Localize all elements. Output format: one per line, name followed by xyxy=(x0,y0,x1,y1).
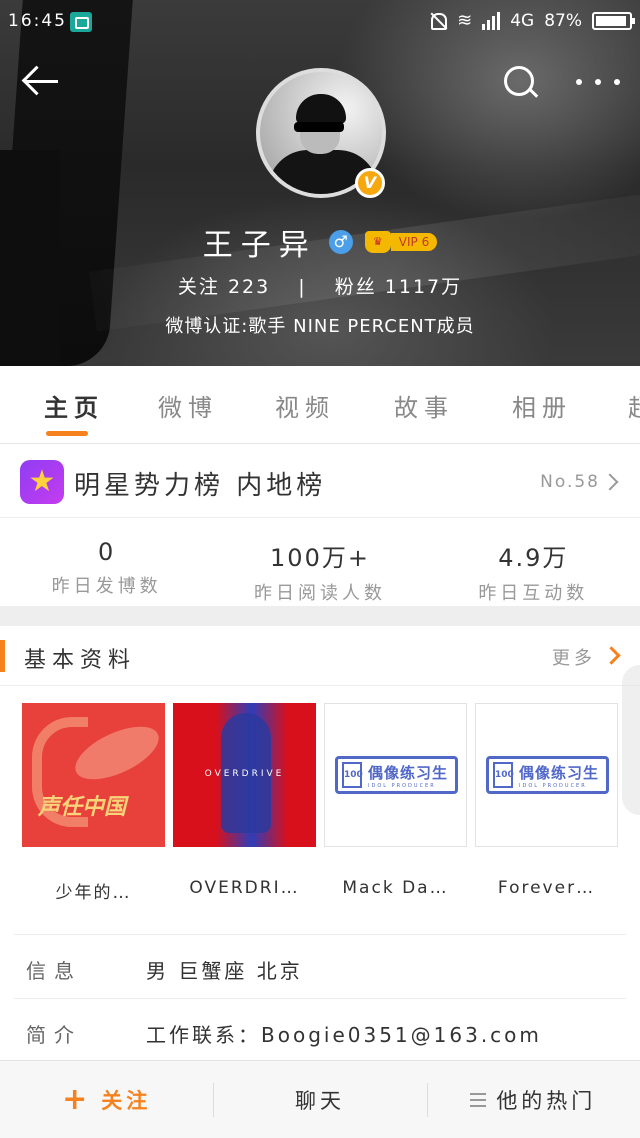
status-bar: 16:45 ≋ 4G 87% xyxy=(0,0,640,44)
mute-bell-icon xyxy=(429,12,448,30)
stat-interactions: 4.9万 昨日互动数 xyxy=(427,518,640,606)
idol-producer-logo: 100 偶像练习生 IDOL PRODUCER xyxy=(335,756,458,794)
chat-button[interactable]: 聊天 xyxy=(213,1061,426,1138)
more-link[interactable]: 更多 xyxy=(552,644,596,670)
follow-label: 关注 xyxy=(101,1088,152,1113)
logo-box-text: 100 xyxy=(493,762,514,788)
logo-subtext: IDOL PRODUCER xyxy=(519,783,587,789)
bio-value: 工作联系：Boogie0351@163.com xyxy=(146,1023,542,1047)
stat-label: 昨日阅读人数 xyxy=(253,583,386,604)
album-title[interactable]: 少年的… xyxy=(22,878,165,903)
tab-super[interactable]: 超 xyxy=(628,388,640,423)
album-list: 声任中国 OVERDRIVE 100 偶像练习生 IDOL PRODUCER 1… xyxy=(22,703,622,847)
verified-v-icon: V xyxy=(355,168,385,198)
tab-home[interactable]: 主页 xyxy=(44,388,104,423)
menu-icon xyxy=(470,1092,487,1107)
album-cover[interactable]: 100 偶像练习生 IDOL PRODUCER xyxy=(475,703,618,847)
following-link[interactable]: 关注 223 xyxy=(178,276,270,298)
tab-video[interactable]: 视频 xyxy=(275,388,335,423)
logo-text: 偶像练习生 xyxy=(368,764,449,782)
male-gender-icon: ♂ xyxy=(328,230,353,254)
idol-producer-logo: 100 偶像练习生 IDOL PRODUCER xyxy=(486,756,609,794)
battery-icon xyxy=(592,11,635,30)
follow-button[interactable]: + 关注 xyxy=(0,1061,213,1138)
network-type: 4G xyxy=(510,10,535,31)
logo-box-text: 100 xyxy=(342,762,363,788)
hot-posts-button[interactable]: 他的热门 xyxy=(426,1061,640,1138)
bottom-action-bar: + 关注 聊天 他的热门 xyxy=(0,1060,640,1138)
search-icon[interactable] xyxy=(502,64,540,102)
album-cover[interactable]: 100 偶像练习生 IDOL PRODUCER xyxy=(324,703,467,847)
stat-value: 100万+ xyxy=(270,544,370,572)
screenshot-icon xyxy=(70,12,92,32)
info-value: 男 巨蟹座 北京 xyxy=(146,959,303,983)
info-key: 信息 xyxy=(26,959,82,983)
star-rank-icon: ★ xyxy=(20,460,64,504)
album-cover-text: OVERDRIVE xyxy=(204,769,285,779)
chevron-right-icon xyxy=(601,473,619,491)
stat-readers: 100万+ 昨日阅读人数 xyxy=(213,518,426,606)
wifi-icon: ≋ xyxy=(457,10,473,31)
basic-info-header: 基本资料 更多 xyxy=(0,626,640,686)
section-accent-bar xyxy=(0,640,5,672)
hot-posts-label: 他的热门 xyxy=(496,1088,597,1113)
verification-text: 微博认证:歌手 NINE PERCENT成员 xyxy=(165,316,475,337)
crown-icon: ♛ xyxy=(364,231,391,253)
more-options-icon[interactable] xyxy=(576,72,620,92)
daily-stats: 0 昨日发博数 100万+ 昨日阅读人数 4.9万 昨日互动数 xyxy=(0,518,640,606)
chevron-right-icon[interactable] xyxy=(602,646,621,665)
stat-label: 昨日互动数 xyxy=(478,583,589,604)
profile-name: 王子异 xyxy=(202,228,317,263)
album-cover-text: 声任中国 xyxy=(38,795,127,820)
signal-icon xyxy=(482,11,501,30)
fans-count: 1117万 xyxy=(384,276,463,298)
follow-stats: 关注 223 | 粉丝 1117万 xyxy=(0,272,640,299)
basic-info-title: 基本资料 xyxy=(24,648,137,673)
star-rank-card[interactable]: ★ 明星势力榜 内地榜 No.58 xyxy=(0,444,640,518)
fans-label: 粉丝 xyxy=(334,276,377,298)
chat-label: 聊天 xyxy=(294,1088,345,1113)
logo-text: 偶像练习生 xyxy=(519,764,600,782)
bio-row: 简介 工作联系：Boogie0351@163.com xyxy=(14,998,626,1062)
vip-level: VIP 6 xyxy=(390,233,438,251)
stat-posts: 0 昨日发博数 xyxy=(0,518,213,606)
fans-link[interactable]: 粉丝 1117万 xyxy=(335,276,462,298)
tab-album[interactable]: 相册 xyxy=(512,388,572,423)
album-cover[interactable]: OVERDRIVE xyxy=(173,703,316,847)
info-row: 信息 男 巨蟹座 北京 xyxy=(14,934,626,998)
back-arrow-icon[interactable] xyxy=(22,64,62,100)
stat-value: 0 xyxy=(98,538,116,566)
bio-key: 简介 xyxy=(26,1023,82,1047)
divider: | xyxy=(298,276,307,298)
album-labels: 少年的… OVERDRI… Mack Da… Forever… xyxy=(22,878,622,906)
name-row: 王子异 ♂ ♛ VIP 6 xyxy=(0,220,640,264)
side-drawer-handle[interactable] xyxy=(622,665,640,815)
plus-icon: + xyxy=(62,1081,92,1117)
active-tab-indicator xyxy=(46,431,88,436)
stat-label: 昨日发博数 xyxy=(51,576,162,597)
album-cover[interactable]: 声任中国 xyxy=(22,703,165,847)
following-count: 223 xyxy=(227,276,271,298)
profile-tabs: 主页 微博 视频 故事 相册 超 xyxy=(0,366,640,444)
tab-weibo[interactable]: 微博 xyxy=(158,388,218,423)
following-label: 关注 xyxy=(177,276,220,298)
tab-story[interactable]: 故事 xyxy=(394,388,454,423)
logo-subtext: IDOL PRODUCER xyxy=(368,783,436,789)
star-rank-number: No.58 xyxy=(540,472,600,492)
stat-value: 4.9万 xyxy=(498,544,569,572)
vip-badge[interactable]: ♛ VIP 6 xyxy=(364,230,438,254)
album-title[interactable]: Mack Da… xyxy=(324,878,467,898)
album-title[interactable]: Forever… xyxy=(475,878,618,898)
album-title[interactable]: OVERDRI… xyxy=(173,878,316,898)
battery-percent: 87% xyxy=(544,10,582,31)
status-time: 16:45 xyxy=(8,11,67,31)
section-divider xyxy=(0,606,640,626)
star-rank-title: 明星势力榜 内地榜 xyxy=(74,471,327,501)
